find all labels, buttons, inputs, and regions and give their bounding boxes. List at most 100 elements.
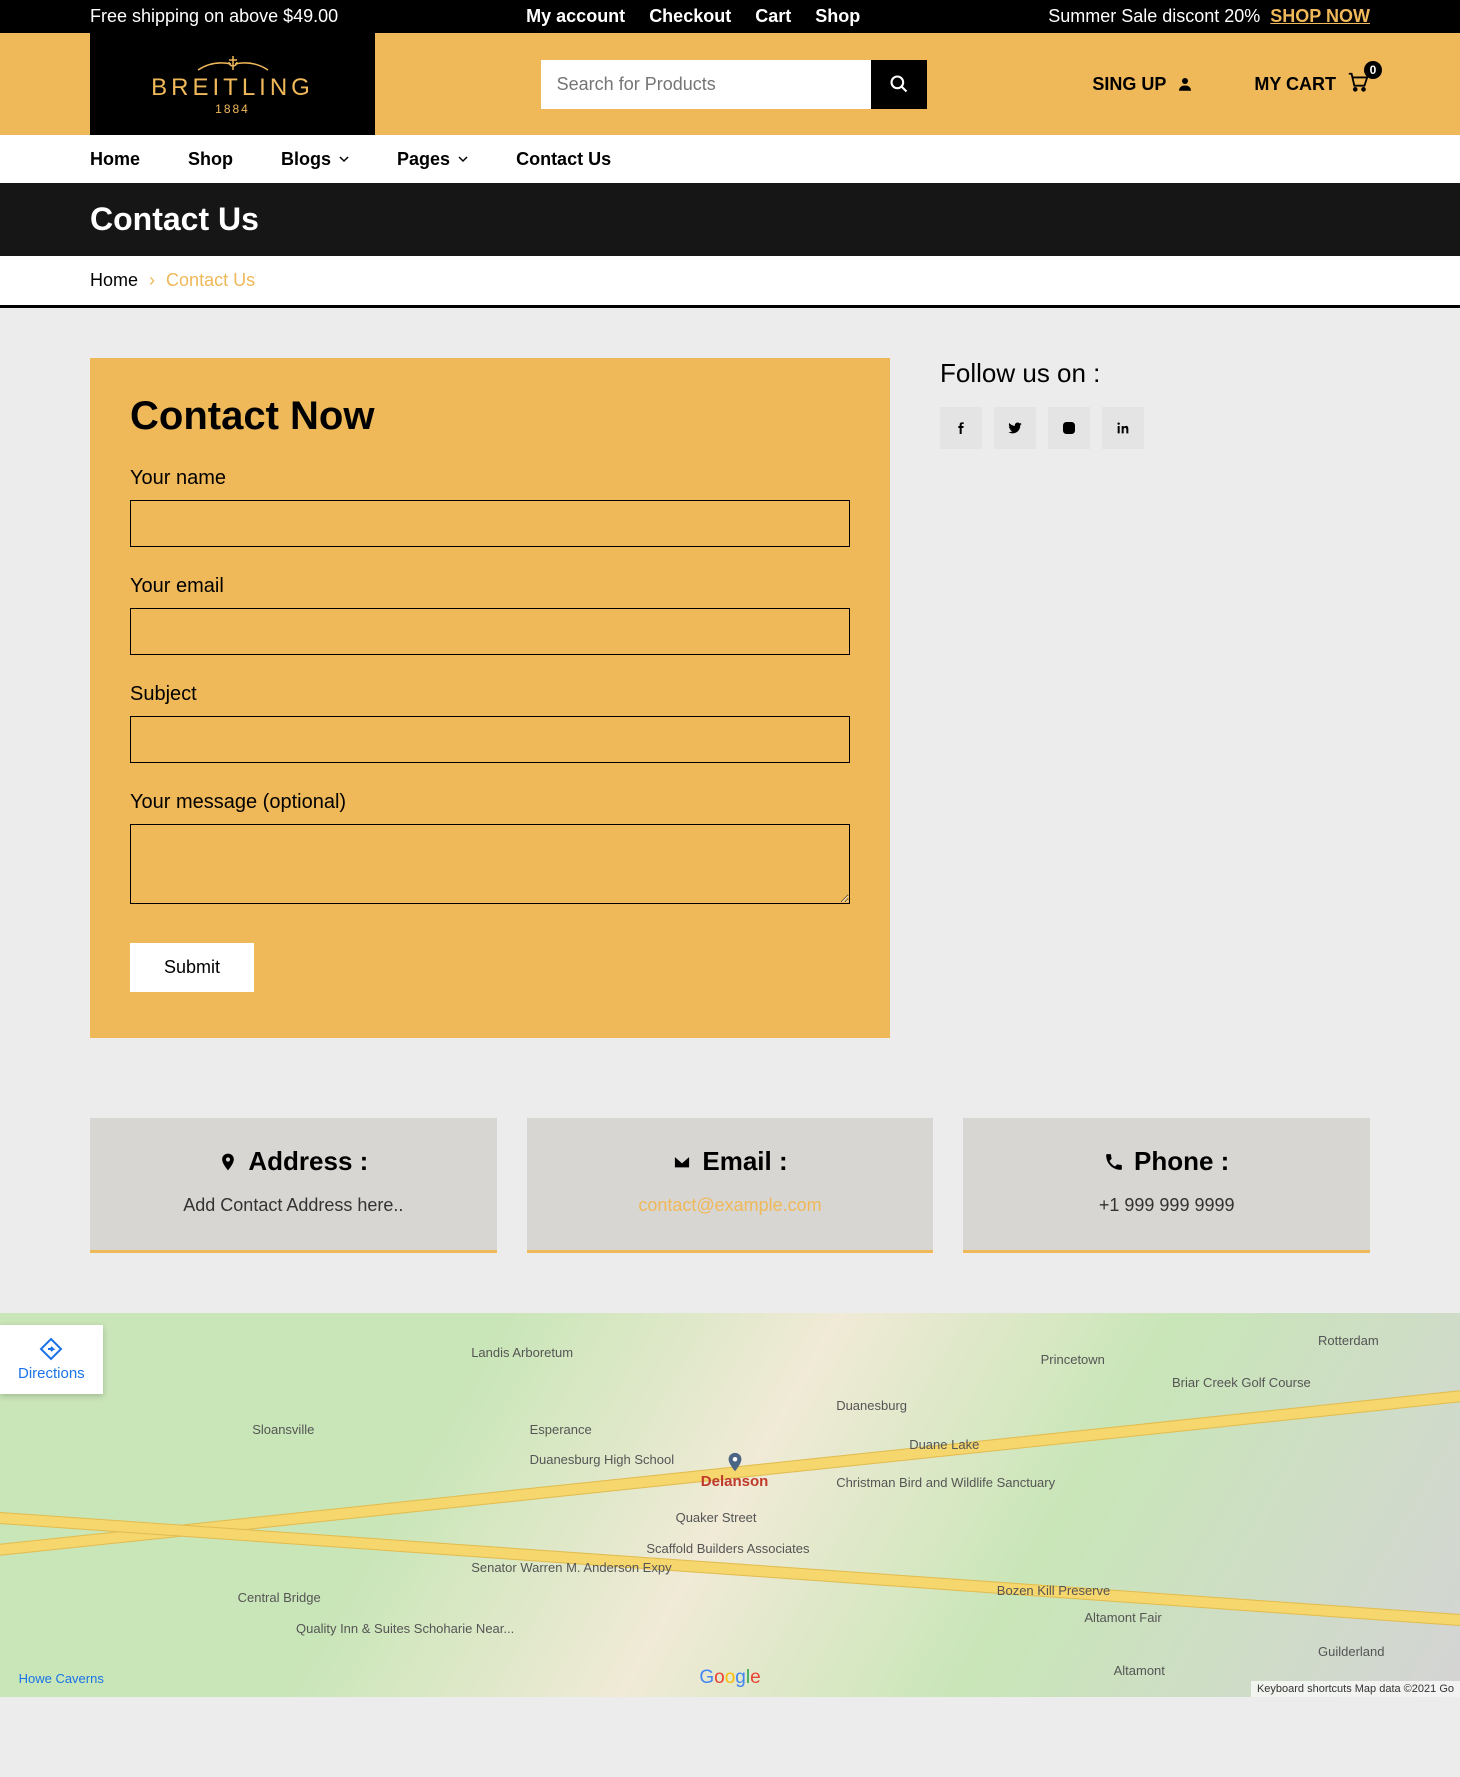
map-label[interactable]: Sloansville (248, 1421, 318, 1438)
main-content: Contact Now Your name Your email Subject… (0, 308, 1460, 1118)
header: BREITLING 1884 SING UP MY CART 0 (0, 33, 1460, 135)
nav-shop[interactable]: Shop (188, 149, 233, 170)
map-label[interactable]: Landis Arboretum (467, 1344, 577, 1361)
signup-link[interactable]: SING UP (1092, 74, 1194, 95)
map-label[interactable]: Duanesburg High School (526, 1451, 679, 1468)
shop-now-link[interactable]: SHOP NOW (1270, 6, 1370, 27)
envelope-icon (672, 1152, 692, 1172)
name-label: Your name (130, 467, 850, 490)
nav-pages[interactable]: Pages (397, 149, 468, 170)
search-button[interactable] (871, 60, 927, 109)
map[interactable]: Directions Delanson Landis Arboretum Esp… (0, 1313, 1460, 1697)
breadcrumb-separator: › (149, 270, 155, 290)
map-directions-button[interactable]: Directions (0, 1325, 103, 1394)
address-title: Address : (110, 1146, 477, 1177)
nav-blogs[interactable]: Blogs (281, 149, 349, 170)
follow-column: Follow us on : (940, 358, 1370, 449)
map-label[interactable]: Bozen Kill Preserve (993, 1582, 1114, 1599)
email-input[interactable] (130, 608, 850, 655)
topbar-link-checkout[interactable]: Checkout (649, 6, 731, 27)
phone-value: +1 999 999 9999 (983, 1195, 1350, 1216)
subject-label: Subject (130, 683, 850, 706)
nav-blogs-label: Blogs (281, 149, 331, 170)
map-pin-icon (218, 1152, 238, 1172)
contact-form-card: Contact Now Your name Your email Subject… (90, 358, 890, 1038)
signup-label: SING UP (1092, 74, 1166, 95)
search-input[interactable] (541, 60, 871, 109)
address-card: Address : Add Contact Address here.. (90, 1118, 497, 1253)
google-logo: Google (699, 1667, 760, 1689)
map-main-pin[interactable]: Delanson (701, 1451, 769, 1490)
breadcrumb-home[interactable]: Home (90, 270, 138, 290)
twitter-icon (1007, 420, 1023, 436)
map-pin-label: Delanson (701, 1473, 769, 1490)
map-label[interactable]: Quaker Street (672, 1509, 761, 1526)
page-title-bar: Contact Us (0, 183, 1460, 256)
social-twitter[interactable] (994, 407, 1036, 449)
nav-contact-label: Contact Us (516, 149, 611, 170)
search-wrap (375, 60, 1092, 109)
social-linkedin[interactable] (1102, 407, 1144, 449)
logo-year: 1884 (215, 102, 250, 116)
nav-pages-label: Pages (397, 149, 450, 170)
topbar-link-shop[interactable]: Shop (815, 6, 860, 27)
email-card: Email : contact@example.com (527, 1118, 934, 1253)
header-actions: SING UP MY CART 0 (1092, 71, 1370, 98)
map-label[interactable]: Christman Bird and Wildlife Sanctuary (832, 1474, 1059, 1491)
map-attribution[interactable]: Keyboard shortcuts Map data ©2021 Go (1251, 1681, 1460, 1697)
nav-home-label: Home (90, 149, 140, 170)
search-box (541, 60, 927, 109)
phone-title-text: Phone : (1134, 1146, 1229, 1177)
email-label: Your email (130, 575, 850, 598)
map-label[interactable]: Central Bridge (234, 1589, 325, 1606)
info-row: Address : Add Contact Address here.. Ema… (0, 1118, 1460, 1313)
map-label[interactable]: Duane Lake (905, 1436, 983, 1453)
my-cart-link[interactable]: MY CART 0 (1254, 71, 1370, 98)
cart-count-badge: 0 (1364, 61, 1382, 79)
directions-label: Directions (18, 1365, 85, 1382)
main-nav: Home Shop Blogs Pages Contact Us (0, 135, 1460, 183)
map-label[interactable]: Rotterdam (1314, 1332, 1383, 1349)
map-label[interactable]: Quality Inn & Suites Schoharie Near... (292, 1620, 518, 1637)
social-instagram[interactable] (1048, 407, 1090, 449)
map-label[interactable]: Guilderland (1314, 1643, 1389, 1660)
logo[interactable]: BREITLING 1884 (90, 33, 375, 135)
map-label[interactable]: Altamont Fair (1080, 1609, 1165, 1626)
address-title-text: Address : (248, 1146, 368, 1177)
cart-icon-wrap: 0 (1346, 71, 1370, 98)
search-icon (889, 74, 909, 94)
topbar-link-account[interactable]: My account (526, 6, 625, 27)
logo-name: BREITLING (151, 74, 314, 102)
shipping-text: Free shipping on above $49.00 (90, 6, 338, 27)
name-input[interactable] (130, 500, 850, 547)
user-icon (1176, 75, 1194, 93)
map-label[interactable]: Scaffold Builders Associates (642, 1540, 813, 1557)
promo-text: Summer Sale discont 20% (1048, 6, 1260, 27)
phone-icon (1104, 1152, 1124, 1172)
submit-button[interactable]: Submit (130, 943, 254, 992)
map-marker-icon (724, 1451, 746, 1473)
map-label[interactable]: Briar Creek Golf Course (1168, 1374, 1315, 1391)
map-label[interactable]: Duanesburg (832, 1397, 911, 1414)
breadcrumb: Home › Contact Us (0, 256, 1460, 308)
message-textarea[interactable] (130, 824, 850, 904)
nav-home[interactable]: Home (90, 149, 140, 170)
social-facebook[interactable] (940, 407, 982, 449)
map-label[interactable]: Altamont (1110, 1662, 1169, 1679)
chevron-down-icon (458, 154, 468, 164)
nav-contact[interactable]: Contact Us (516, 149, 611, 170)
map-label[interactable]: Howe Caverns (15, 1670, 108, 1687)
chevron-down-icon (339, 154, 349, 164)
address-value: Add Contact Address here.. (110, 1195, 477, 1216)
map-label[interactable]: Princetown (1037, 1351, 1109, 1368)
linkedin-icon (1115, 420, 1131, 436)
email-value[interactable]: contact@example.com (547, 1195, 914, 1216)
my-cart-label: MY CART (1254, 74, 1336, 95)
phone-card: Phone : +1 999 999 9999 (963, 1118, 1370, 1253)
topbar: Free shipping on above $49.00 My account… (0, 0, 1460, 33)
topbar-link-cart[interactable]: Cart (755, 6, 791, 27)
subject-input[interactable] (130, 716, 850, 763)
facebook-icon (953, 420, 969, 436)
map-label[interactable]: Esperance (526, 1421, 596, 1438)
map-label[interactable]: Senator Warren M. Anderson Expy (467, 1559, 675, 1576)
